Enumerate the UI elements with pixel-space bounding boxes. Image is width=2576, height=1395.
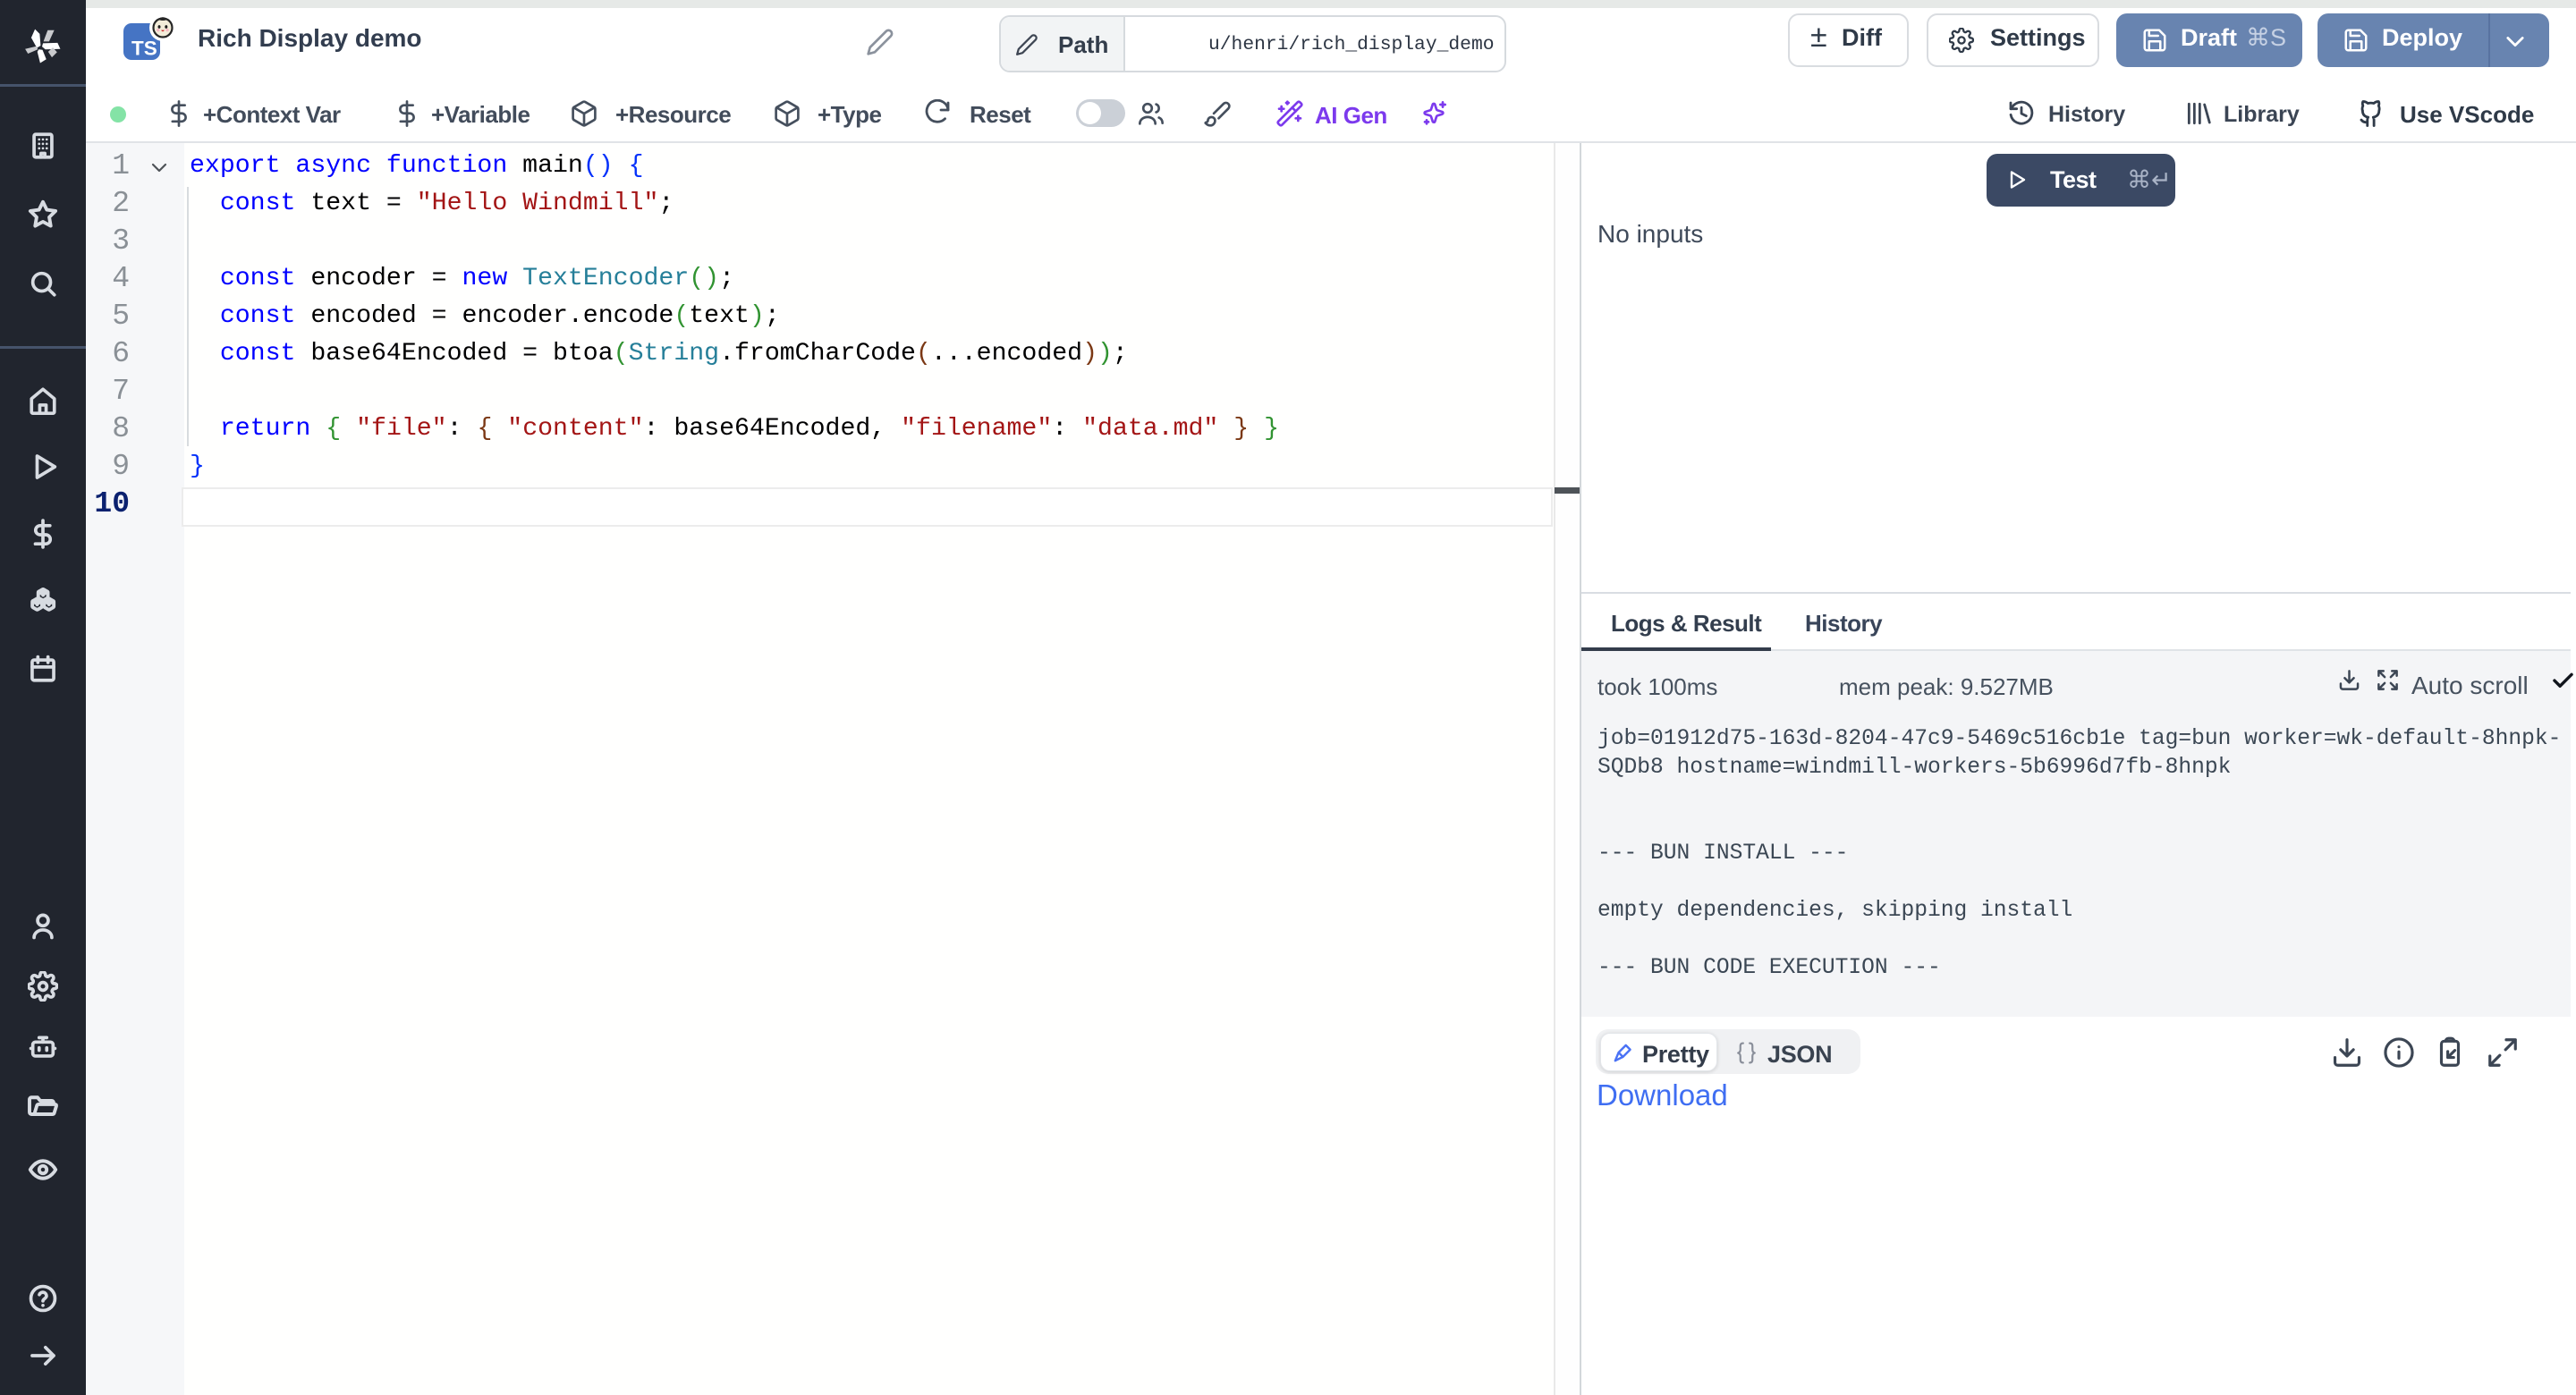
svg-text:TS: TS	[131, 38, 157, 60]
